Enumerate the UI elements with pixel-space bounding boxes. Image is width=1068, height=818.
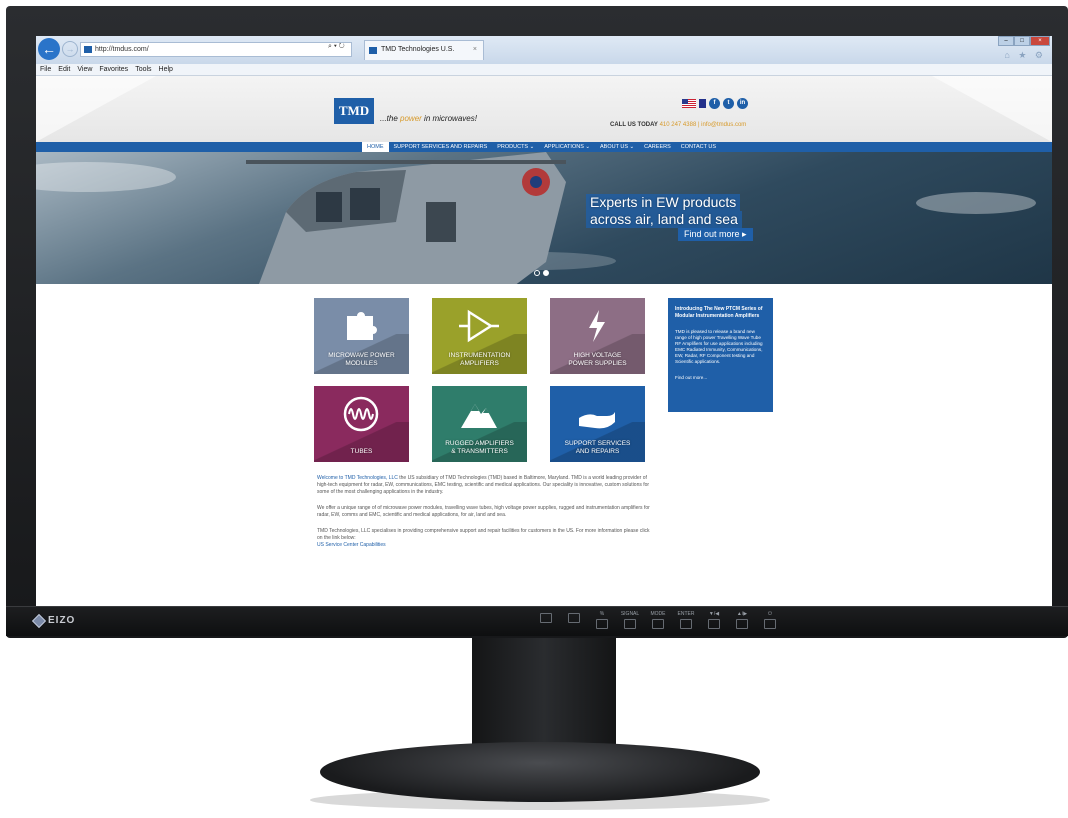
maximize-button[interactable]: □	[1014, 36, 1030, 46]
monitor-button-up[interactable]: ▲/▶	[734, 611, 750, 629]
monitor-button-down[interactable]: ▼/◀	[706, 611, 722, 629]
call-us-line: CALL US TODAY 410 247 4388 | info@tmdus.…	[610, 122, 747, 128]
helping-hand-icon	[579, 412, 615, 429]
hero-find-out-more-button[interactable]: Find out more ▸	[678, 228, 753, 241]
uk-flag-icon[interactable]	[699, 99, 706, 108]
mountains-icon	[461, 404, 497, 428]
back-button[interactable]: ←	[38, 38, 60, 60]
contact-info[interactable]: 410 247 4388 | info@tmdus.com	[660, 122, 747, 128]
sea-spray	[36, 162, 176, 192]
hero-title: Experts in EW products across air, land …	[586, 194, 742, 228]
address-bar[interactable]: http://tmdus.com/	[80, 42, 352, 57]
menu-file[interactable]: File	[40, 64, 51, 75]
menu-edit[interactable]: Edit	[58, 64, 70, 75]
header-decor-right	[932, 76, 1052, 142]
tile-high-voltage-power-supplies[interactable]: HIGH VOLTAGE POWER SUPPLIES	[550, 298, 645, 374]
twitter-icon[interactable]: t	[723, 98, 734, 109]
site-tagline: ...the power in microwaves!	[380, 114, 477, 123]
intro-copy: Welcome to TMD Technologies, LLC the US …	[317, 475, 653, 558]
menu-help[interactable]: Help	[159, 64, 173, 75]
hero-banner: Experts in EW products across air, land …	[36, 152, 1052, 284]
news-panel: Introducing The New PTCM Series of Modul…	[668, 298, 773, 412]
nav-support[interactable]: SUPPORT SERVICES AND REPAIRS	[389, 142, 493, 152]
minimize-button[interactable]: –	[998, 36, 1014, 46]
site-nav: HOME SUPPORT SERVICES AND REPAIRS PRODUC…	[36, 142, 1052, 152]
nav-products[interactable]: PRODUCTS ⌄	[492, 142, 539, 152]
monitor-button-signal[interactable]: SIGNAL	[621, 611, 639, 629]
intro-paragraph-2: We offer a unique range of of microwave …	[317, 505, 650, 518]
monitor-logo: EIZO	[31, 613, 76, 628]
monitor-button-percent[interactable]: %	[594, 611, 610, 629]
carousel-dots	[534, 270, 549, 276]
tile-rugged-amplifiers-transmitters[interactable]: RUGGED AMPLIFIERS & TRANSMITTERS	[432, 386, 527, 462]
news-title[interactable]: Introducing The New PTCM Series of Modul…	[675, 306, 766, 319]
monitor-screen: ← → http://tmdus.com/ ⌕ ▾ ↻ TMD Technolo…	[36, 36, 1052, 606]
nav-home[interactable]: HOME	[362, 142, 389, 152]
header-decor-left	[36, 76, 156, 142]
tile-instrumentation-amplifiers[interactable]: INSTRUMENTATION AMPLIFIERS	[432, 298, 527, 374]
us-flag-icon[interactable]	[682, 99, 696, 108]
monitor-button-power[interactable]: ⏻	[762, 611, 778, 629]
helicopter-image	[246, 152, 566, 284]
puzzle-piece-icon	[347, 312, 377, 340]
nav-contact[interactable]: CONTACT US	[676, 142, 721, 152]
tab-title: TMD Technologies U.S.	[381, 46, 455, 53]
window-controls: – □ ×	[998, 36, 1050, 46]
news-body: TMD is pleased to release a brand new ra…	[675, 329, 763, 364]
favicon-icon	[84, 46, 92, 53]
tile-support-services-repairs[interactable]: SUPPORT SERVICES AND REPAIRS	[550, 386, 645, 462]
intro-paragraph-3: TMD Technologies, LLC specialises in pro…	[317, 528, 650, 548]
intro-paragraph-1: Welcome to TMD Technologies, LLC the US …	[317, 475, 650, 495]
lightning-bolt-icon	[589, 310, 605, 342]
monitor-button-mode[interactable]: MODE	[650, 611, 666, 629]
welcome-link[interactable]: Welcome to TMD Technologies, LLC	[317, 475, 398, 481]
browser-menubar: File Edit View Favorites Tools Help	[36, 64, 1052, 76]
sea-spray	[916, 192, 1036, 214]
monitor-button-row: % SIGNAL MODE ENTER ▼/◀ ▲/▶ ⏻	[538, 611, 778, 629]
browser-titlebar: ← → http://tmdus.com/ ⌕ ▾ ↻ TMD Technolo…	[36, 36, 1052, 64]
coil-wave-icon	[343, 396, 379, 432]
forward-button[interactable]: →	[62, 41, 78, 57]
linkedin-icon[interactable]: in	[737, 98, 748, 109]
tile-tubes[interactable]: TUBES	[314, 386, 409, 462]
us-service-center-link[interactable]: US Service Center Capabilities	[317, 542, 386, 548]
nav-careers[interactable]: CAREERS	[639, 142, 676, 152]
address-search-refresh-icons[interactable]: ⌕ ▾ ↻	[328, 43, 345, 51]
monitor-stand-base	[320, 742, 760, 802]
carousel-dot[interactable]	[534, 270, 540, 276]
amplifier-symbol-icon	[459, 309, 499, 343]
tmd-logo[interactable]: TMD	[334, 98, 374, 124]
menu-view[interactable]: View	[77, 64, 92, 75]
news-find-out-more-link[interactable]: Find out more...	[675, 375, 766, 381]
tab-tmd-technologies[interactable]: TMD Technologies U.S. ×	[364, 40, 484, 60]
site-header: TMD ...the power in microwaves! f t in C…	[36, 76, 1052, 142]
monitor-button-eco[interactable]	[566, 611, 582, 629]
monitor-brand: EIZO	[48, 615, 76, 626]
monitor-button-power-led	[538, 611, 554, 629]
monitor-button-enter[interactable]: ENTER	[678, 611, 694, 629]
tab-favicon-icon	[369, 47, 377, 54]
facebook-icon[interactable]: f	[709, 98, 720, 109]
carousel-dot-active[interactable]	[543, 270, 549, 276]
nav-about[interactable]: ABOUT US ⌄	[595, 142, 639, 152]
monitor-chin: EIZO % SIGNAL MODE ENTER ▼/◀ ▲/▶ ⏻	[6, 606, 1068, 636]
tab-close-icon[interactable]: ×	[473, 41, 477, 59]
menu-tools[interactable]: Tools	[135, 64, 151, 75]
nav-applications[interactable]: APPLICATIONS ⌄	[539, 142, 595, 152]
close-window-button[interactable]: ×	[1030, 36, 1050, 46]
tile-microwave-power-modules[interactable]: MICROWAVE POWER MODULES	[314, 298, 409, 374]
eizo-logo-icon	[31, 613, 47, 628]
home-favorites-tools-icons[interactable]: ⌂ ★ ⚙	[1004, 50, 1046, 61]
address-url: http://tmdus.com/	[95, 46, 149, 53]
language-and-social: f t in	[682, 98, 748, 109]
menu-favorites[interactable]: Favorites	[99, 64, 128, 75]
